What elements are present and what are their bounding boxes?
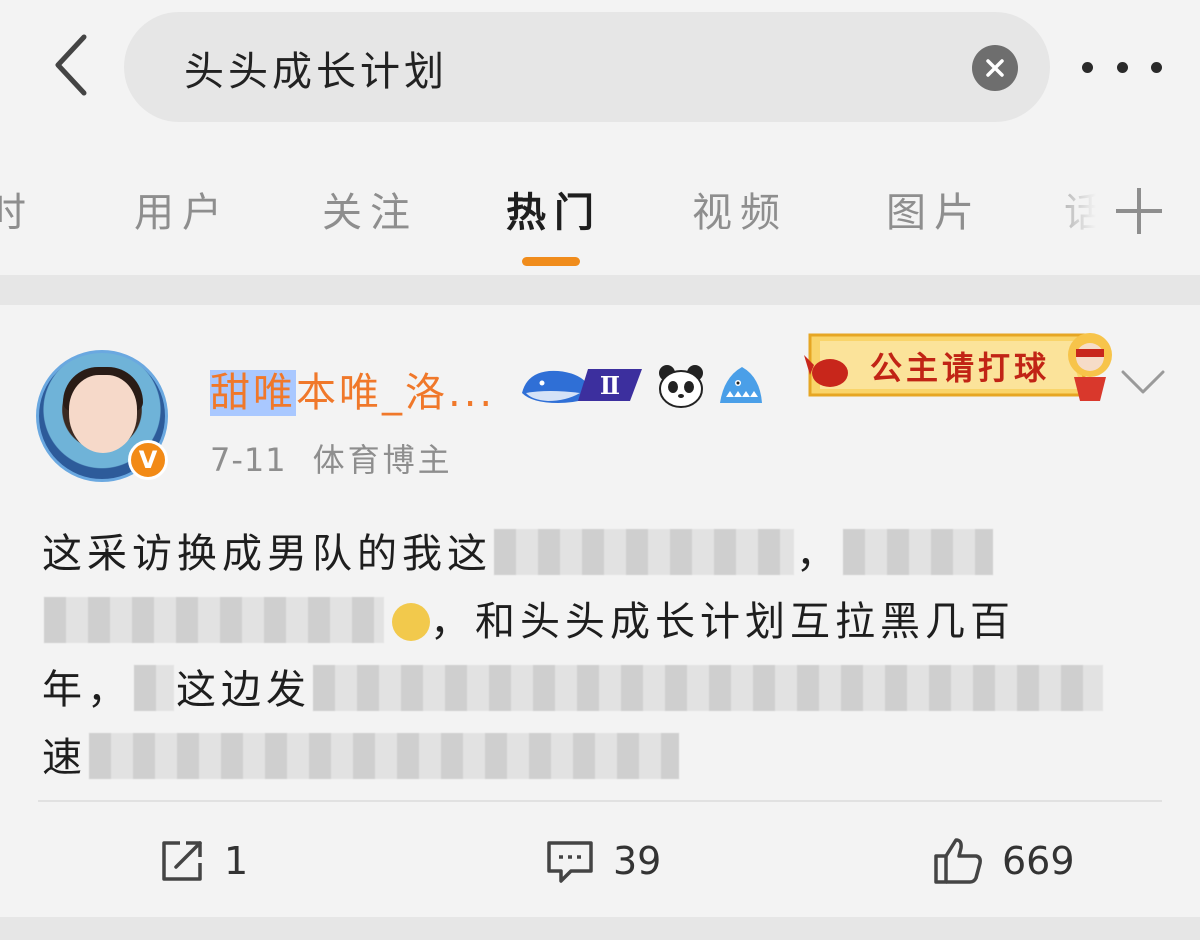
tab-time[interactable]: 时 xyxy=(0,180,34,238)
whale-member-badge-icon[interactable]: Ⅱ xyxy=(518,363,644,407)
search-input[interactable] xyxy=(182,34,946,102)
verified-icon: V xyxy=(128,440,168,480)
post-card[interactable]: V 甜唯本唯_洛... Ⅱ 公主请打球 7-11 体育博主 这采访换成男队的我这… xyxy=(0,305,1200,917)
search-box[interactable] xyxy=(124,12,1050,122)
repost-count: 1 xyxy=(224,839,249,883)
post-line-4: 速 xyxy=(42,724,1172,792)
back-arrow-icon xyxy=(55,34,87,96)
tab-following[interactable]: 关注 xyxy=(322,180,418,238)
tab-users[interactable]: 用户 xyxy=(134,180,230,238)
clear-icon xyxy=(986,59,1004,77)
comment-icon xyxy=(547,841,593,883)
active-tab-indicator xyxy=(522,257,580,266)
comment-button[interactable]: 39 xyxy=(545,833,661,889)
panda-icon xyxy=(659,365,703,408)
post-text[interactable]: 这采访换成男队的我这， ，和头头成长计划互拉黑几百 年， 这边发 速 xyxy=(42,520,1172,792)
tab-images[interactable]: 图片 xyxy=(886,180,982,238)
blurred-text xyxy=(134,665,174,711)
blurred-text xyxy=(313,665,1103,711)
chevron-down-icon[interactable] xyxy=(1120,367,1166,397)
tab-hot[interactable]: 热门 xyxy=(506,180,602,238)
decoration-banner[interactable]: 公主请打球 xyxy=(800,315,1120,415)
tab-videos[interactable]: 视频 xyxy=(692,180,788,238)
post-line-2: ，和头头成长计划互拉黑几百 xyxy=(42,588,1172,656)
username[interactable]: 甜唯本唯_洛... xyxy=(210,360,495,418)
like-button[interactable]: 669 xyxy=(932,833,1075,889)
post-line-3: 年， 这边发 xyxy=(42,656,1172,724)
blurred-text xyxy=(843,529,993,575)
more-button[interactable] xyxy=(1082,45,1162,89)
blurred-text xyxy=(44,597,384,643)
section-separator xyxy=(0,275,1200,305)
clear-search-button[interactable] xyxy=(972,45,1018,91)
post-date: 7-11 xyxy=(210,441,287,479)
blurred-text xyxy=(89,733,679,779)
shark-icon xyxy=(720,367,762,403)
like-count: 669 xyxy=(1002,839,1075,883)
blurred-text xyxy=(494,529,794,575)
repost-button[interactable]: 1 xyxy=(158,833,248,889)
comment-count: 39 xyxy=(613,839,662,883)
username-rest: 本唯_洛... xyxy=(296,370,496,416)
tab-bar: 时 用户 关注 热门 视频 图片 话 xyxy=(0,140,1200,275)
top-bar xyxy=(0,0,1200,140)
more-icon xyxy=(1082,61,1093,73)
banner-text: 公主请打球 xyxy=(870,349,1051,387)
emoji-icon xyxy=(392,603,430,641)
member-level: Ⅱ xyxy=(600,371,620,400)
like-icon xyxy=(934,838,982,884)
card-divider xyxy=(38,800,1162,802)
post-meta: 7-11 体育博主 xyxy=(210,435,453,481)
author-tag: 体育博主 xyxy=(312,441,453,479)
back-button[interactable] xyxy=(40,30,100,100)
add-tab-icon[interactable] xyxy=(1116,188,1162,234)
avatar-face xyxy=(69,375,137,453)
username-highlight: 甜唯 xyxy=(210,370,296,416)
post-line-1: 这采访换成男队的我这， xyxy=(42,520,1172,588)
repost-icon xyxy=(162,841,202,881)
bottom-separator xyxy=(0,917,1200,940)
